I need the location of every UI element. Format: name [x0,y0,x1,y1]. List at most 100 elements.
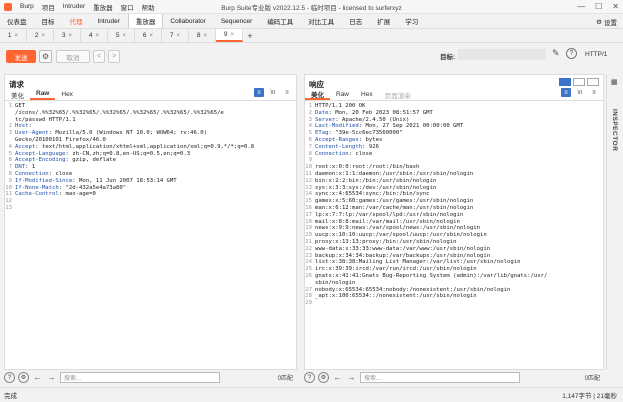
show-newlines-icon[interactable]: \n [268,88,278,97]
line-number: 14 [305,191,312,198]
header-value: : text/html,application/xhtml+xml,applic… [35,143,255,150]
http-version-selector[interactable]: HTTP/1 [585,51,607,58]
more-options-icon[interactable]: ≡ [589,88,599,97]
line-text: www-data:x:33:33:www-data:/var/www:/usr/… [315,245,491,252]
repeater-tab[interactable]: 8 × [189,29,216,42]
send-button[interactable]: 发送 [6,50,36,63]
tab-extensions[interactable]: 扩展 [370,14,398,28]
add-tab-button[interactable]: + [243,29,257,42]
close-tab-icon[interactable]: × [69,33,73,39]
menu-help[interactable]: 帮助 [142,2,155,12]
tab-sequencer[interactable]: Sequencer [214,14,260,28]
header-name: Last-Modified [315,123,359,130]
inspector-panel[interactable]: ▦ INSPECTOR [606,74,622,370]
close-tab-icon[interactable]: × [177,33,181,39]
help-icon[interactable]: ? [304,372,315,383]
repeater-tab[interactable]: 6 × [135,29,162,42]
response-tab-render[interactable]: 页面渲染 [379,89,417,100]
target-host-field[interactable] [458,49,546,60]
repeater-tab[interactable]: 2 × [27,29,54,42]
layout-stacked-icon[interactable] [573,78,585,86]
show-newlines-icon[interactable]: \n [575,88,585,97]
close-tab-icon[interactable]: × [204,33,208,39]
settings-gear-icon[interactable]: ⚙ [318,372,329,383]
action-menu-icon[interactable]: ≡ [561,88,571,97]
layout-side-by-side-icon[interactable] [559,78,571,86]
header-line: Connection: close [15,171,72,178]
close-tab-icon[interactable]: × [15,33,19,39]
help-icon[interactable]: ? [566,48,577,59]
line-number: 16 [305,204,312,211]
response-tab-raw[interactable]: Raw [330,89,355,100]
request-line: 5 Accept-Language: zh-CN,zh;q=0.8,en-US;q… [5,151,296,158]
tab-intruder[interactable]: Intruder [91,14,128,28]
next-match-arrow-icon[interactable]: → [346,372,357,383]
menu-intruder[interactable]: Intruder [63,3,85,10]
request-editor[interactable]: 1 GET/icons/.%%32%65/.%%32%65/.%%32%65/.%… [5,103,296,369]
close-tab-icon[interactable]: × [96,33,100,39]
close-tab-icon[interactable]: × [150,33,154,39]
menu-burp[interactable]: Burp [20,3,34,10]
line-number: 6 [8,157,12,164]
close-tab-icon[interactable]: × [231,32,235,38]
repeater-tab-label: 4 [88,32,93,39]
maximize-icon[interactable]: ☐ [595,2,602,11]
next-match-arrow-icon[interactable]: → [46,372,57,383]
tab-target[interactable]: 目标 [35,14,63,28]
help-icon[interactable]: ? [4,372,15,383]
response-tab-hex[interactable]: Hex [355,89,379,100]
response-line: 24 list:x:38:38:Mailing List Manager:/var… [305,259,603,266]
repeater-tab-active[interactable]: 9 × [216,29,243,42]
tab-learn[interactable]: 学习 [398,14,426,28]
tab-comparer[interactable]: 对比工具 [301,14,342,28]
close-tab-icon[interactable]: × [42,33,46,39]
action-menu-icon[interactable]: ≡ [254,88,264,97]
menu-project[interactable]: 项目 [42,2,55,12]
tab-collaborator[interactable]: Collaborator [163,14,213,28]
send-options-gear-icon[interactable]: ⚙ [39,50,52,63]
header-line: ETag: "39e-5cc6ec73560000" [315,130,403,137]
request-tab-hex[interactable]: Hex [55,89,79,100]
repeater-tab[interactable]: 5 × [108,29,135,42]
header-line: Connection: close [315,151,372,158]
tab-repeater[interactable]: 重放器 [127,14,164,28]
settings-gear-icon[interactable]: ⚙ [18,372,29,383]
layout-tabbed-icon[interactable] [587,78,599,86]
line-number: 7 [8,164,12,171]
line-number: 11 [305,170,312,177]
line-number: 12 [305,177,312,184]
more-options-icon[interactable]: ≡ [282,88,292,97]
previous-match-arrow-icon[interactable]: ← [32,372,43,383]
forward-button[interactable]: > [108,50,121,63]
minimize-icon[interactable]: — [577,2,585,11]
response-viewer[interactable]: 1 HTTP/1.1 200 OK 2 Date: Mon, 20 Feb 2023 … [305,103,603,369]
repeater-tab[interactable]: 4 × [81,29,108,42]
tab-decoder[interactable]: 编码工具 [260,14,301,28]
inspector-toggle-icon[interactable]: ▦ [611,78,618,86]
menu-window[interactable]: 窗口 [121,2,134,12]
previous-match-arrow-icon[interactable]: ← [332,372,343,383]
line-text: _apt:x:100:65534::/nonexistent:/usr/sbin… [315,293,477,300]
close-tab-icon[interactable]: × [123,33,127,39]
tab-logger[interactable]: 日志 [342,14,370,28]
request-tab-pretty[interactable]: 美化 [5,89,30,100]
repeater-tab[interactable]: 1 × [0,29,27,42]
request-line: 1 GET [5,103,296,110]
tab-dashboard[interactable]: 仪表盘 [0,14,35,28]
repeater-tab[interactable]: 3 × [54,29,81,42]
header-name: User-Agent [15,130,49,137]
request-search-input[interactable]: 搜索... [60,372,220,383]
tab-proxy[interactable]: 代理 [63,14,91,28]
menu-repeater[interactable]: 重放器 [93,2,113,12]
repeater-tab[interactable]: 7 × [162,29,189,42]
back-button[interactable]: < [93,50,106,63]
response-tab-pretty[interactable]: 美化 [305,89,330,100]
close-icon[interactable]: ✕ [612,2,619,11]
request-tab-raw[interactable]: Raw [30,89,56,100]
settings-button[interactable]: ⚙ 设置 [596,17,617,27]
response-search-input[interactable]: 搜索... [360,372,520,383]
edit-target-icon[interactable]: ✎ [552,48,560,59]
line-number: 1 [308,103,312,109]
header-value: : 926 [362,143,379,150]
cancel-button[interactable]: 取消 [56,50,90,63]
